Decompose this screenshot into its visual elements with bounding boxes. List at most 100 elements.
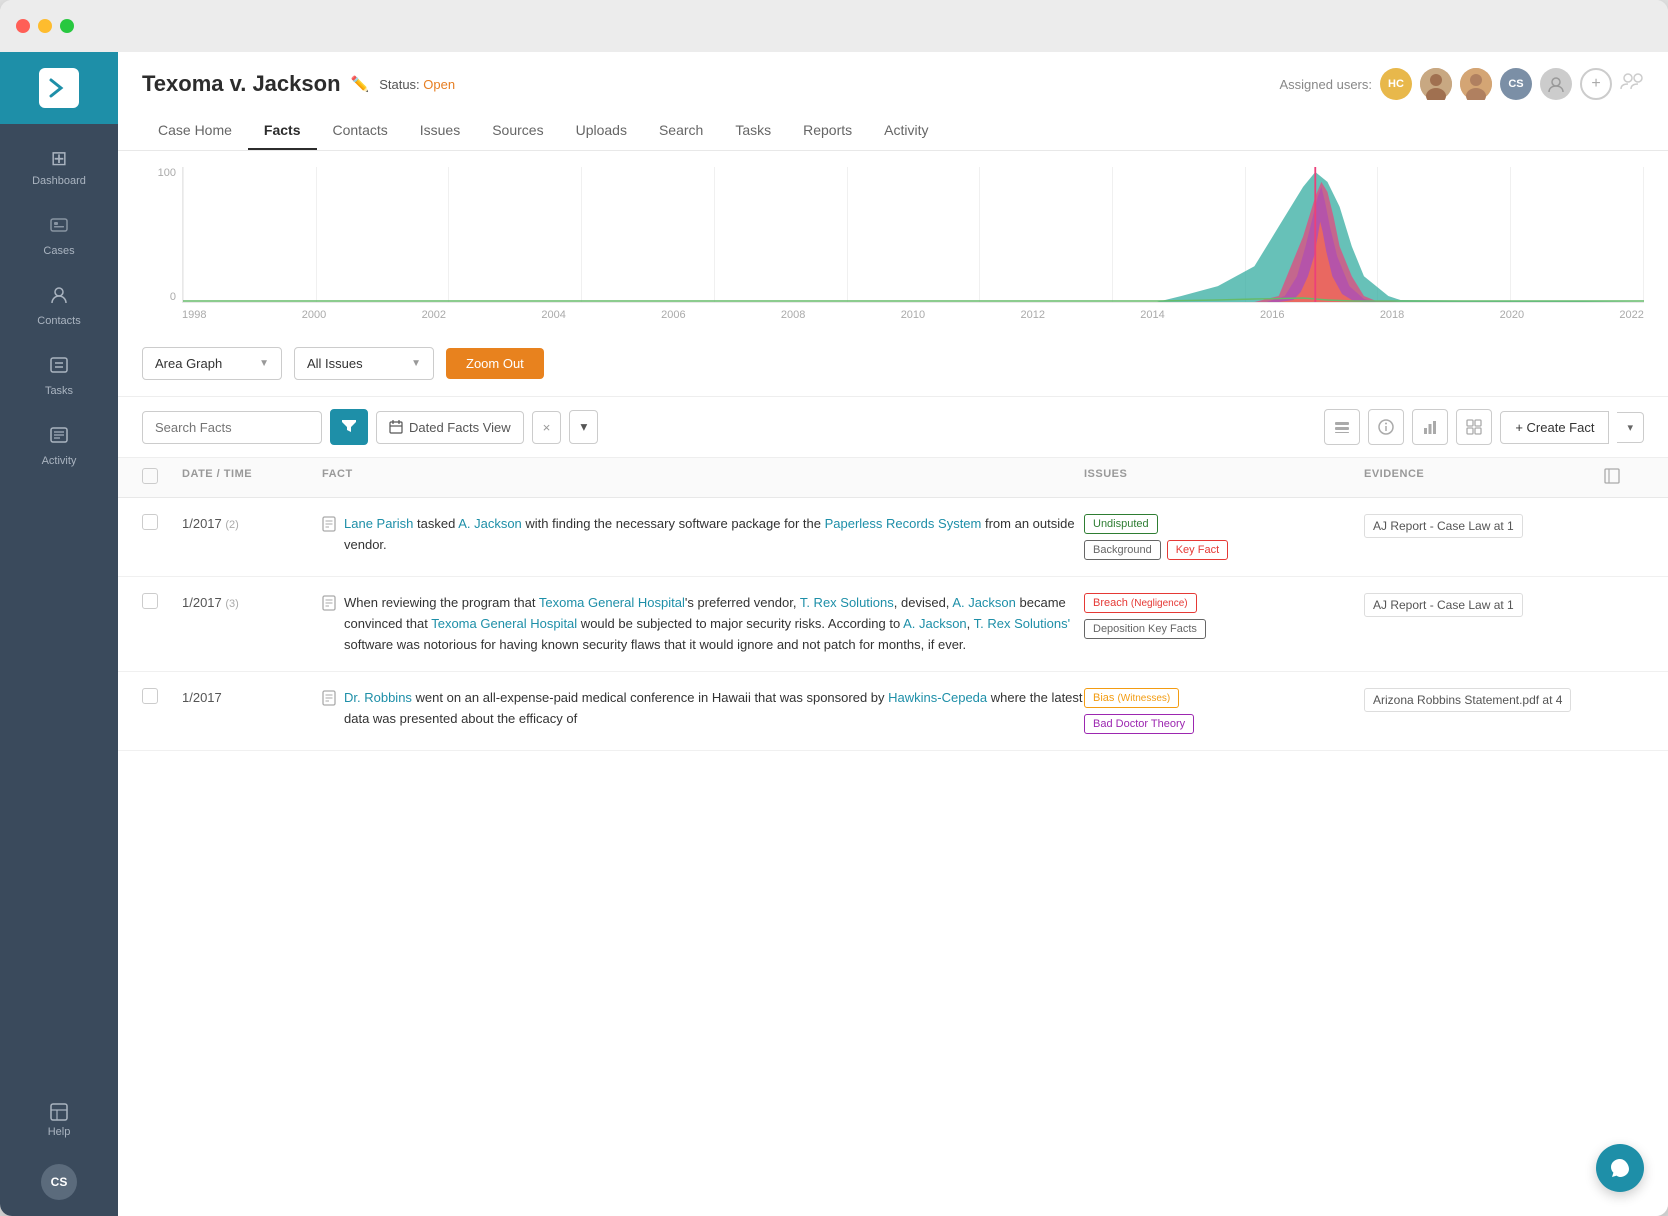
issue-tag-background[interactable]: Background	[1084, 540, 1161, 560]
toolbar-right: + Create Fact ▾	[1324, 409, 1644, 445]
x-label: 2010	[901, 309, 925, 321]
evidence-cell: AJ Report - Case Law at 1	[1364, 593, 1604, 617]
expand-evidence-icon[interactable]	[1604, 468, 1620, 484]
entity-link-texoma-2[interactable]: Texoma General Hospital	[431, 616, 577, 631]
sidebar-item-label: Tasks	[45, 385, 73, 397]
case-title-right: Assigned users: HC	[1280, 68, 1645, 100]
issue-tag-bias[interactable]: Bias (Witnesses)	[1084, 688, 1179, 708]
user-avatar[interactable]: CS	[41, 1164, 77, 1200]
chart-plot[interactable]	[182, 167, 1644, 303]
chart-container: 100 0	[142, 167, 1644, 327]
maximize-window-button[interactable]	[60, 19, 74, 33]
document-icon	[322, 516, 336, 532]
person-link-a-jackson[interactable]: A. Jackson	[458, 516, 522, 531]
create-fact-button[interactable]: + Create Fact	[1500, 411, 1609, 444]
sidebar-item-dashboard[interactable]: ⊞ Dashboard	[0, 132, 118, 201]
user-avatar-photo2[interactable]	[1460, 68, 1492, 100]
th-actions	[1604, 468, 1644, 487]
nav-contacts[interactable]: Contacts	[317, 112, 404, 150]
view-icon-button-4[interactable]	[1456, 409, 1492, 445]
issue-tag-key-fact[interactable]: Key Fact	[1167, 540, 1228, 560]
nav-search[interactable]: Search	[643, 112, 719, 150]
user-badge-hc[interactable]: HC	[1380, 68, 1412, 100]
expand-filter-button[interactable]: ▾	[569, 410, 598, 444]
table-row: 1/2017 (2) Lan	[118, 498, 1668, 577]
issues-filter-label: All Issues	[307, 356, 363, 371]
person-link-lane-parish[interactable]: Lane Parish	[344, 516, 413, 531]
nav-uploads[interactable]: Uploads	[560, 112, 643, 150]
user-badge-anon[interactable]	[1540, 68, 1572, 100]
minimize-window-button[interactable]	[38, 19, 52, 33]
issue-tag-undisputed[interactable]: Undisputed	[1084, 514, 1158, 534]
sidebar-item-activity[interactable]: Activity	[0, 411, 118, 481]
person-link-dr-robbins[interactable]: Dr. Robbins	[344, 690, 412, 705]
issue-tag-bad-doctor[interactable]: Bad Doctor Theory	[1084, 714, 1194, 734]
view-icon-button-2[interactable]	[1368, 409, 1404, 445]
graph-type-select[interactable]: Area Graph ▼	[142, 347, 282, 380]
view-rows-icon	[1334, 419, 1350, 435]
nav-facts[interactable]: Facts	[248, 112, 317, 150]
entity-link-trex-2[interactable]: T. Rex Solutions'	[974, 616, 1070, 631]
nav-activity[interactable]: Activity	[868, 112, 944, 150]
issues-cell: Undisputed Background Key Fact	[1084, 514, 1364, 560]
edit-case-icon[interactable]: ✏️	[351, 75, 370, 93]
issues-row: Bias (Witnesses)	[1084, 688, 1364, 708]
evidence-tag[interactable]: Arizona Robbins Statement.pdf at 4	[1364, 688, 1571, 712]
add-user-button[interactable]: +	[1580, 68, 1612, 100]
view-icon-button-3[interactable]	[1412, 409, 1448, 445]
filter-button[interactable]	[330, 409, 368, 445]
sidebar-item-help[interactable]: Help	[0, 1088, 118, 1152]
evidence-tag[interactable]: AJ Report - Case Law at 1	[1364, 593, 1523, 617]
select-all-checkbox[interactable]	[142, 468, 158, 484]
issues-cell: Breach (Negligence) Deposition Key Facts	[1084, 593, 1364, 639]
search-facts-input[interactable]	[142, 411, 322, 444]
sidebar-item-label: Dashboard	[32, 175, 86, 187]
manage-users-button[interactable]	[1620, 71, 1644, 97]
case-title: Texoma v. Jackson	[142, 71, 341, 97]
nav-case-home[interactable]: Case Home	[142, 112, 248, 150]
close-filter-button[interactable]: ×	[532, 411, 562, 444]
zoom-out-button[interactable]: Zoom Out	[446, 348, 544, 379]
graph-type-label: Area Graph	[155, 356, 222, 371]
facts-table: DATE / TIME FACT ISSUES EVIDENCE	[118, 458, 1668, 1216]
sidebar-item-label: Activity	[42, 455, 77, 467]
row-checkbox[interactable]	[142, 593, 158, 609]
tasks-icon	[49, 355, 69, 381]
sidebar-item-contacts[interactable]: Contacts	[0, 271, 118, 341]
nav-sources[interactable]: Sources	[476, 112, 559, 150]
issues-filter-select[interactable]: All Issues ▼	[294, 347, 434, 380]
person-link-a-jackson-3[interactable]: A. Jackson	[903, 616, 967, 631]
evidence-tag[interactable]: AJ Report - Case Law at 1	[1364, 514, 1523, 538]
close-window-button[interactable]	[16, 19, 30, 33]
x-label: 2022	[1619, 309, 1643, 321]
nav-reports[interactable]: Reports	[787, 112, 868, 150]
nav-tasks[interactable]: Tasks	[719, 112, 787, 150]
entity-link-paperless-records[interactable]: Paperless Records System	[825, 516, 982, 531]
sidebar-item-label: Contacts	[37, 315, 80, 327]
issue-tag-deposition[interactable]: Deposition Key Facts	[1084, 619, 1206, 639]
entity-link-trex[interactable]: T. Rex Solutions	[800, 595, 894, 610]
dated-facts-view-button[interactable]: Dated Facts View	[376, 411, 524, 444]
date-cell: 1/2017 (2)	[182, 514, 322, 531]
nav-issues[interactable]: Issues	[404, 112, 476, 150]
row-checkbox-cell	[142, 593, 182, 609]
document-icon	[322, 595, 336, 611]
fact-cell: When reviewing the program that Texoma G…	[322, 593, 1084, 655]
view-icon-button-1[interactable]	[1324, 409, 1360, 445]
issue-tag-breach[interactable]: Breach (Negligence)	[1084, 593, 1197, 613]
case-header: Texoma v. Jackson ✏️ Status: Open Assign…	[118, 52, 1668, 151]
user-avatar-photo1[interactable]	[1420, 68, 1452, 100]
user-badge-cs[interactable]: CS	[1500, 68, 1532, 100]
entity-link-texoma[interactable]: Texoma General Hospital	[539, 595, 685, 610]
x-label: 2008	[781, 309, 805, 321]
entity-link-hawkins-cepeda[interactable]: Hawkins-Cepeda	[888, 690, 987, 705]
person-link-a-jackson-2[interactable]: A. Jackson	[952, 595, 1016, 610]
doc-icon	[322, 595, 336, 655]
sidebar-logo[interactable]	[0, 52, 118, 124]
sidebar-item-tasks[interactable]: Tasks	[0, 341, 118, 411]
chat-bubble-button[interactable]	[1596, 1144, 1644, 1192]
create-fact-dropdown-button[interactable]: ▾	[1617, 412, 1644, 443]
sidebar-item-cases[interactable]: Cases	[0, 201, 118, 271]
row-checkbox[interactable]	[142, 514, 158, 530]
row-checkbox[interactable]	[142, 688, 158, 704]
